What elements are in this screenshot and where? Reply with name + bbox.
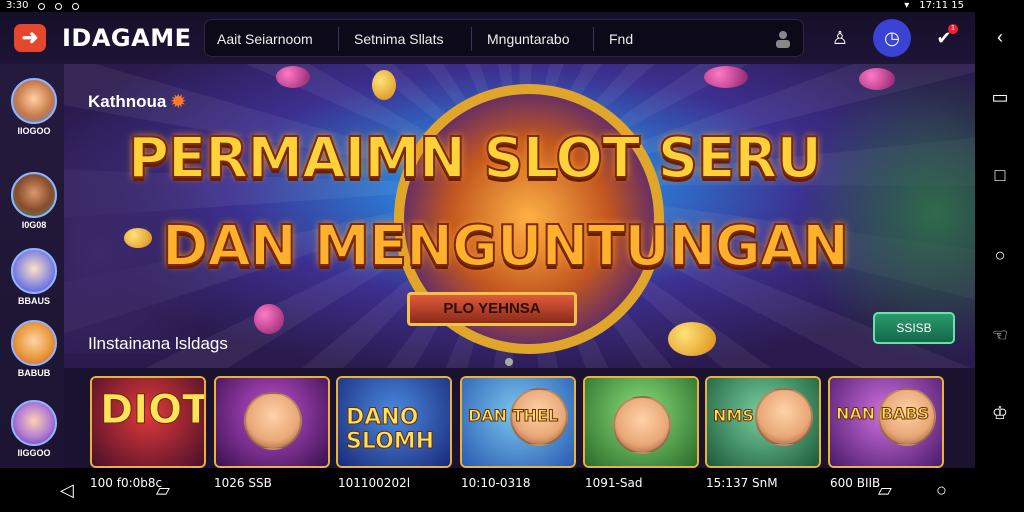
arrow-left-icon[interactable]: ➜	[14, 24, 46, 52]
game-card[interactable]: NMS	[705, 376, 821, 468]
sidebar-item-label: IIGGOO	[17, 448, 51, 458]
folder-icon[interactable]: ▱	[156, 480, 170, 501]
hand-icon[interactable]: ☜	[989, 324, 1011, 346]
character-face	[613, 396, 671, 454]
split-screen-icon[interactable]: ▭	[989, 86, 1011, 108]
sidebar-item[interactable]: IIOGOO	[8, 78, 60, 136]
avatar	[11, 320, 57, 366]
hero-banner[interactable]: Kathnoua ✹ PERMAIMN SLOT SERU DAN MENGUN…	[64, 64, 975, 368]
avatar	[11, 248, 57, 294]
tab-3[interactable]: Fnd	[609, 20, 633, 58]
nav-tabs: Aait Seiarnoom Setnima Sllats Mnguntarab…	[204, 19, 804, 57]
game-card[interactable]: DAN THEL	[460, 376, 576, 468]
chip-icon	[276, 66, 310, 88]
notification-icon	[72, 2, 80, 10]
coin-icon	[124, 228, 152, 248]
game-title: DAN THEL	[468, 406, 559, 426]
sidebar-item[interactable]: BBAUS	[8, 248, 60, 306]
square-icon[interactable]: □	[989, 164, 1011, 186]
app-window: ➜ IDAGAME Aait Seiarnoom Setnima Sllats …	[0, 12, 975, 468]
back-chevron-icon[interactable]: ‹	[989, 26, 1011, 48]
user-icon[interactable]	[773, 29, 793, 49]
gem-icon: ✹	[171, 92, 186, 111]
tab-1[interactable]: Setnima Sllats	[354, 20, 443, 58]
banner-ribbon: PLO YEHNSA	[407, 292, 577, 326]
gift-icon[interactable]: ✔ 1	[930, 24, 958, 52]
crown-icon[interactable]: ♔	[989, 402, 1011, 424]
game-card[interactable]: DANO SLOMH	[336, 376, 452, 468]
right-system-bar: ‹ ▭ □ ○ ☜ ♔ ≡	[975, 12, 1024, 485]
sidebar: IIOGOO I0G08 BBAUS BABUB IIGGOO	[0, 64, 64, 468]
bottom-system-bar: ◁ 100 f0:0b8c ▱ 1026 SSB 101100202l 10:1…	[0, 468, 1024, 512]
sidebar-item[interactable]: I0G08	[8, 172, 60, 230]
sidebar-item-label: BBAUS	[17, 296, 50, 306]
bottom-label: 15:137 SnM	[706, 476, 778, 490]
nav-divider	[471, 27, 472, 51]
game-title: DANO SLOMH	[346, 405, 435, 454]
avatar	[11, 172, 57, 218]
game-title: DIOT	[100, 387, 206, 433]
game-title: NAN BABS	[836, 404, 930, 424]
character-face	[244, 392, 302, 450]
sidebar-item-label: I0G08	[21, 220, 47, 230]
bottom-label: 100 f0:0b8c	[90, 476, 163, 490]
game-card[interactable]	[214, 376, 330, 468]
games-row: DIOT DANO SLOMH DAN THEL NMS NAN BABS	[64, 368, 975, 468]
nav-divider	[593, 27, 594, 51]
game-title: NMS	[713, 406, 755, 426]
trophy-icon[interactable]: ♙	[826, 24, 854, 52]
sidebar-item-label: IIOGOO	[17, 126, 51, 136]
notification-badge: 1	[948, 24, 958, 34]
banner-headline-line1: PERMAIMN SLOT SERU	[127, 125, 823, 192]
carousel-indicator[interactable]	[505, 358, 513, 366]
coin-icon	[668, 322, 716, 356]
bottom-label: 600 BIIB	[830, 476, 881, 490]
nav-divider	[338, 27, 339, 51]
game-card[interactable]: NAN BABS	[828, 376, 944, 468]
status-time: 3:30	[6, 0, 29, 11]
app-logo[interactable]: IDAGAME	[62, 24, 191, 52]
notification-icon	[38, 2, 46, 10]
game-card[interactable]	[583, 376, 699, 468]
bottom-label: 1026 SSB	[214, 476, 272, 490]
banner-caption: Ilnstainana lsldags	[88, 334, 228, 353]
top-header: ➜ IDAGAME Aait Seiarnoom Setnima Sllats …	[0, 12, 975, 64]
tab-2[interactable]: Mnguntarabo	[487, 20, 570, 58]
status-right-text: 17:11 15	[919, 0, 964, 11]
chip-icon	[704, 66, 748, 88]
banner-subtitle-text: Kathnoua	[88, 92, 167, 111]
banner-cta-button[interactable]: SSISB	[873, 312, 955, 344]
tab-0[interactable]: Aait Seiarnoom	[217, 20, 313, 58]
bottom-label: 1091-Sad	[585, 476, 643, 490]
wifi-icon: ▾	[904, 0, 910, 11]
banner-headline-line2: DAN MENGUNTUNGAN	[161, 213, 850, 280]
chip-icon	[254, 304, 284, 334]
folder-icon[interactable]: ▱	[878, 480, 892, 501]
bottom-label: 101100202l	[338, 476, 411, 490]
game-card[interactable]: DIOT	[90, 376, 206, 468]
circle-icon[interactable]: ○	[989, 244, 1011, 266]
coin-icon	[372, 70, 396, 100]
banner-subtitle: Kathnoua ✹	[88, 92, 185, 112]
bottom-label: 10:10-0318	[461, 476, 531, 490]
avatar	[11, 78, 57, 124]
avatar	[11, 400, 57, 446]
clock-icon[interactable]: ◷	[873, 19, 911, 57]
home-circle-icon[interactable]: ○	[936, 480, 947, 501]
sidebar-item-label: BABUB	[17, 368, 51, 378]
chip-icon	[859, 68, 895, 90]
notification-icon	[55, 2, 63, 10]
sidebar-item[interactable]: BABUB	[8, 320, 60, 378]
back-triangle-icon[interactable]: ◁	[60, 480, 74, 501]
sidebar-item[interactable]: IIGGOO	[8, 400, 60, 458]
status-bar: 3:30 ▾ 17:11 15	[0, 0, 1024, 12]
